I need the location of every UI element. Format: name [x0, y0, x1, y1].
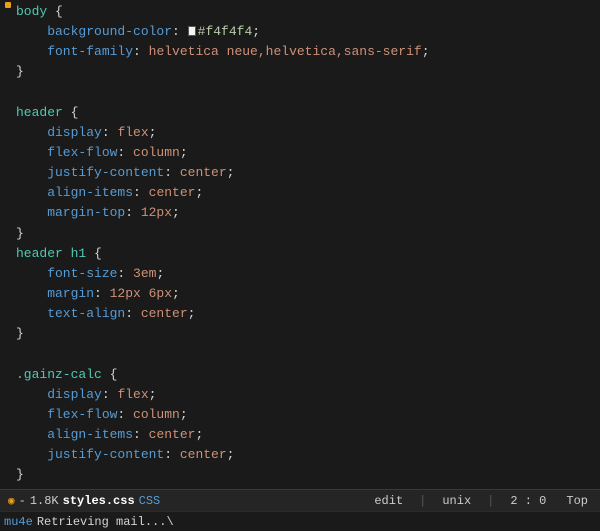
line-content-0: body { [12, 2, 596, 22]
line-content-24 [12, 485, 596, 489]
line-17 [0, 344, 600, 364]
minibuffer-mode: mu4e [4, 515, 33, 529]
top-label: Top [562, 494, 592, 508]
line-content-12: header h1 { [12, 244, 596, 264]
line-content-21: align-items: center; [12, 425, 596, 445]
line-18: .gainz-calc { [0, 365, 600, 385]
minibuffer-text: Retrieving mail... [37, 515, 167, 529]
line-content-23: } [12, 465, 596, 485]
line-content-17 [12, 344, 596, 364]
line-24 [0, 485, 600, 489]
line-19: display: flex; [0, 385, 600, 405]
line-content-3: } [12, 62, 596, 82]
line-4 [0, 83, 600, 103]
unix-mode: unix [438, 494, 475, 508]
code-content: body { background-color: #f4f4f4; font-f… [0, 0, 600, 489]
gutter-0 [4, 2, 12, 8]
line-6: display: flex; [0, 123, 600, 143]
line-content-19: display: flex; [12, 385, 596, 405]
line-content-10: margin-top: 12px; [12, 203, 596, 223]
buffer-icon: ◉ [8, 494, 15, 508]
line-content-20: flex-flow: column; [12, 405, 596, 425]
line-content-15: text-align: center; [12, 304, 596, 324]
line-7: flex-flow: column; [0, 143, 600, 163]
line-9: align-items: center; [0, 183, 600, 203]
line-23: } [0, 465, 600, 485]
file-size: 1.8K [30, 494, 59, 508]
minibuffer: mu4e Retrieving mail... \ [0, 511, 600, 531]
line-content-7: flex-flow: column; [12, 143, 596, 163]
line-13: font-size: 3em; [0, 264, 600, 284]
line-1: background-color: #f4f4f4; [0, 22, 600, 42]
line-10: margin-top: 12px; [0, 203, 600, 223]
minibuffer-path: \ [166, 515, 173, 529]
line-5: header { [0, 103, 600, 123]
line-content-2: font-family: helvetica neue,helvetica,sa… [12, 42, 596, 62]
line-3: } [0, 62, 600, 82]
status-left: ◉ - 1.8K styles.css CSS [8, 494, 370, 508]
line-11: } [0, 224, 600, 244]
line-20: flex-flow: column; [0, 405, 600, 425]
line-2: font-family: helvetica neue,helvetica,sa… [0, 42, 600, 62]
status-right: edit | unix | 2 : 0 Top [370, 494, 592, 508]
line-content-9: align-items: center; [12, 183, 596, 203]
line-content-18: .gainz-calc { [12, 365, 596, 385]
filename: styles.css [63, 494, 135, 508]
line-content-14: margin: 12px 6px; [12, 284, 596, 304]
line-content-6: display: flex; [12, 123, 596, 143]
line-content-11: } [12, 224, 596, 244]
cursor-position: 2 : 0 [506, 494, 550, 508]
line-content-22: justify-content: center; [12, 445, 596, 465]
status-bar: ◉ - 1.8K styles.css CSS edit | unix | 2 … [0, 489, 600, 511]
line-content-4 [12, 83, 596, 103]
gutter-dot [5, 2, 11, 8]
line-22: justify-content: center; [0, 445, 600, 465]
edit-mode: edit [370, 494, 407, 508]
line-14: margin: 12px 6px; [0, 284, 600, 304]
line-21: align-items: center; [0, 425, 600, 445]
line-12: header h1 { [0, 244, 600, 264]
line-8: justify-content: center; [0, 163, 600, 183]
line-content-8: justify-content: center; [12, 163, 596, 183]
status-dash: - [19, 494, 26, 508]
line-0: body { [0, 2, 600, 22]
line-content-13: font-size: 3em; [12, 264, 596, 284]
line-16: } [0, 324, 600, 344]
line-content-1: background-color: #f4f4f4; [12, 22, 596, 42]
editor-area: body { background-color: #f4f4f4; font-f… [0, 0, 600, 489]
line-content-5: header { [12, 103, 596, 123]
filetype: CSS [139, 494, 161, 508]
line-content-16: } [12, 324, 596, 344]
line-15: text-align: center; [0, 304, 600, 324]
